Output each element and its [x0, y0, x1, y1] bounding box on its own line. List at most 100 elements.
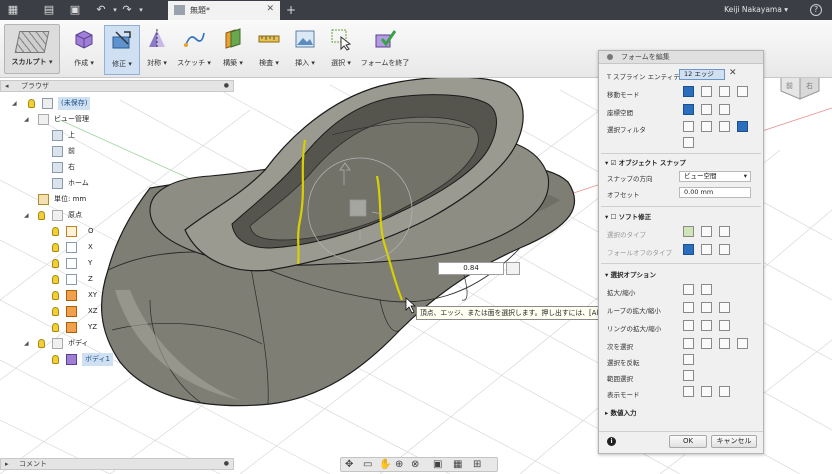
visibility-bulb-icon[interactable] — [28, 99, 35, 108]
next-up-icon[interactable] — [719, 338, 730, 349]
ring-shrink-icon[interactable] — [719, 320, 730, 331]
tree-body1[interactable]: ボディ1 — [52, 353, 113, 366]
next-down-icon[interactable] — [737, 338, 748, 349]
visibility-bulb-icon[interactable] — [52, 355, 59, 364]
document-tab[interactable]: 無題* ✕ — [168, 1, 280, 20]
visibility-bulb-icon[interactable] — [52, 243, 59, 252]
manipulator-value-input[interactable]: 0.84 — [438, 262, 504, 275]
next-left-icon[interactable] — [683, 338, 694, 349]
expand-comments-icon[interactable]: ▸ — [5, 459, 9, 469]
create-menu[interactable]: 作成 ▾ — [66, 25, 102, 75]
display-smooth-icon[interactable] — [719, 386, 730, 397]
visibility-bulb-icon[interactable] — [52, 227, 59, 236]
edge-filter-icon[interactable] — [701, 121, 712, 132]
falloff-sharp-icon[interactable] — [719, 244, 730, 255]
view-cube[interactable]: 上 前 右 — [775, 78, 825, 105]
look-at-icon[interactable]: ▭ — [363, 459, 372, 471]
loop-select-icon[interactable] — [683, 302, 694, 313]
inspect-menu[interactable]: 検査 ▾ — [252, 25, 286, 75]
next-right-icon[interactable] — [701, 338, 712, 349]
tree-units[interactable]: 単位: mm — [38, 193, 108, 206]
insert-menu[interactable]: 挿入 ▾ — [288, 25, 322, 75]
orbit-icon[interactable]: ✥ — [345, 459, 353, 471]
selection-options-section[interactable]: ▾ 選択オプション — [605, 269, 656, 279]
select-menu[interactable]: 選択 ▾ — [324, 25, 358, 75]
ring-select-icon[interactable] — [683, 320, 694, 331]
display-control-icon[interactable] — [701, 386, 712, 397]
multi-move-icon[interactable] — [683, 86, 694, 97]
tspline-entity-field[interactable]: 12 エッジ — [679, 69, 725, 80]
comments-pin-icon[interactable]: ● — [224, 459, 229, 469]
all-filter-icon[interactable] — [737, 121, 748, 132]
local-space-icon[interactable] — [719, 104, 730, 115]
zoom-icon[interactable]: ⊕ — [395, 459, 403, 471]
face-filter-icon[interactable] — [719, 121, 730, 132]
tree-views[interactable]: ◢ ビュー管理 — [24, 113, 114, 126]
translate-icon[interactable] — [701, 86, 712, 97]
visibility-bulb-icon[interactable] — [38, 211, 45, 220]
display-box-icon[interactable] — [683, 386, 694, 397]
offset-input[interactable]: 0.00 mm — [679, 187, 751, 198]
tree-root[interactable]: ◢ (未保存) — [12, 97, 112, 110]
clear-selection-icon[interactable]: ✕ — [729, 68, 737, 78]
value-options-icon[interactable] — [506, 262, 520, 275]
soft-modification-section[interactable]: ▾ ☐ ソフト修正 — [605, 211, 651, 221]
finish-form-button[interactable]: フォームを終了 — [360, 25, 410, 75]
tspline-body[interactable] — [101, 78, 576, 407]
undo-icon[interactable]: ↶ — [94, 3, 108, 17]
collapse-browser-icon[interactable]: ◂ — [5, 81, 9, 91]
loop-shrink-icon[interactable] — [719, 302, 730, 313]
close-tab-icon[interactable]: ✕ — [266, 4, 274, 14]
new-tab-icon[interactable]: + — [286, 3, 296, 17]
app-grid-icon[interactable]: ▦ — [6, 3, 20, 17]
panel-header[interactable]: フォームを編集 — [599, 51, 763, 64]
body-filter-icon[interactable] — [683, 137, 694, 148]
soft-type-linear-icon[interactable] — [701, 226, 712, 237]
visibility-bulb-icon[interactable] — [52, 259, 59, 268]
pan-icon[interactable]: ✋ — [379, 459, 391, 471]
viewports-icon[interactable]: ⊞ — [473, 459, 481, 471]
loop-grow-icon[interactable] — [701, 302, 712, 313]
view-space-icon[interactable] — [701, 104, 712, 115]
workspace-switcher[interactable]: スカルプト ▾ — [4, 24, 60, 74]
user-menu[interactable]: Keiji Nakayama ▾ — [724, 5, 788, 14]
browser-pin-icon[interactable]: ● — [224, 81, 229, 91]
world-space-icon[interactable] — [683, 104, 694, 115]
vertex-filter-icon[interactable] — [683, 121, 694, 132]
snap-direction-select[interactable]: ビュー空間 ▾ — [679, 171, 751, 182]
file-icon[interactable]: ▤ — [42, 3, 56, 17]
invert-selection-icon[interactable] — [683, 354, 694, 365]
falloff-linear-icon[interactable] — [701, 244, 712, 255]
browser-header[interactable]: ◂ ブラウザ ● — [0, 80, 234, 92]
modify-menu[interactable]: 修正 ▾ — [104, 25, 140, 75]
save-icon[interactable]: ▣ — [68, 3, 82, 17]
info-icon[interactable]: i — [607, 437, 616, 446]
display-settings-icon[interactable]: ▣ — [433, 459, 442, 471]
object-snap-section[interactable]: ▾ ☑ オブジェクト スナップ — [605, 157, 686, 167]
visibility-bulb-icon[interactable] — [52, 307, 59, 316]
symmetry-menu[interactable]: 対称 ▾ — [142, 25, 172, 75]
redo-dropdown-icon[interactable]: ▾ — [134, 3, 148, 17]
cancel-button[interactable]: キャンセル — [711, 435, 757, 448]
visibility-bulb-icon[interactable] — [38, 339, 45, 348]
falloff-smooth-icon[interactable] — [683, 244, 694, 255]
rotate-icon[interactable] — [719, 86, 730, 97]
range-select-icon[interactable] — [683, 370, 694, 381]
sketch-menu[interactable]: スケッチ ▾ — [174, 25, 214, 75]
grid-settings-icon[interactable]: ▦ — [453, 459, 462, 471]
soft-type-radial-icon[interactable] — [683, 226, 694, 237]
help-icon[interactable]: ? — [810, 4, 822, 16]
ring-grow-icon[interactable] — [701, 320, 712, 331]
construct-menu[interactable]: 構築 ▾ — [216, 25, 250, 75]
shrink-icon[interactable] — [701, 284, 712, 295]
scale-icon[interactable] — [737, 86, 748, 97]
redo-icon[interactable]: ↷ — [120, 3, 134, 17]
soft-type-box-icon[interactable] — [719, 226, 730, 237]
grow-icon[interactable] — [683, 284, 694, 295]
visibility-bulb-icon[interactable] — [52, 275, 59, 284]
visibility-bulb-icon[interactable] — [52, 291, 59, 300]
ok-button[interactable]: OK — [669, 435, 707, 448]
numeric-input-section[interactable]: ▸ 数値入力 — [605, 407, 637, 417]
zoom-window-icon[interactable]: ⊗ — [411, 459, 419, 471]
visibility-bulb-icon[interactable] — [52, 323, 59, 332]
